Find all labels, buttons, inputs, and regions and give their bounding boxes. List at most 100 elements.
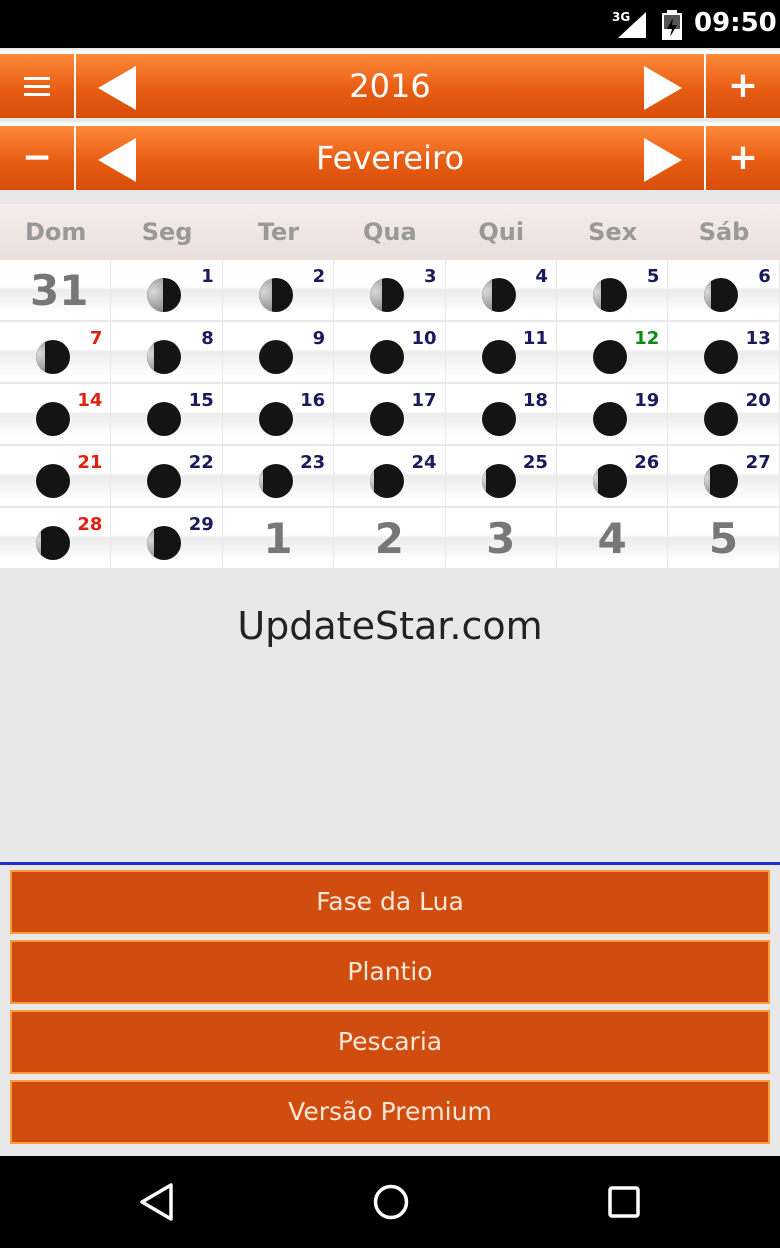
day-number: 7 [89, 328, 103, 349]
battery-charging-icon [662, 10, 682, 40]
home-icon[interactable] [372, 1182, 410, 1222]
premium-version-button[interactable]: Versão Premium [10, 1080, 770, 1144]
calendar-day-cell[interactable]: 22 [111, 446, 222, 506]
weekday-header: Dom Seg Ter Qua Qui Sex Sáb [0, 204, 780, 260]
day-number: 28 [77, 514, 103, 535]
moon-phase-icon [147, 340, 182, 374]
day-number: 25 [522, 452, 548, 473]
calendar-day-cell[interactable]: 20 [668, 384, 779, 444]
month-selector: Fevereiro [76, 126, 704, 190]
fishing-button[interactable]: Pescaria [10, 1010, 770, 1074]
calendar-day-cell[interactable]: 6 [668, 260, 779, 320]
day-number-outside-month: 2 [374, 514, 404, 563]
day-number: 1 [201, 266, 214, 287]
calendar-day-cell[interactable]: 18 [445, 384, 556, 444]
calendar-day-cell[interactable]: 2 [222, 260, 334, 320]
next-year-arrow-icon[interactable] [644, 66, 682, 110]
calendar-day-cell[interactable]: 19 [556, 384, 668, 444]
calendar-day-cell[interactable]: 3 [334, 260, 445, 320]
next-month-arrow-icon[interactable] [644, 138, 682, 182]
navigation-bar [0, 1156, 780, 1248]
calendar-day-cell[interactable]: 17 [334, 384, 445, 444]
month-bar: − Fevereiro + [0, 122, 780, 190]
day-number: 20 [745, 390, 771, 411]
calendar-day-cell[interactable]: 1 [222, 508, 334, 568]
moon-phase-icon [481, 278, 516, 312]
day-number: 22 [188, 452, 214, 473]
month-minus-button[interactable]: − [0, 126, 74, 190]
previous-year-arrow-icon[interactable] [98, 66, 136, 110]
moon-phase-icon [704, 278, 739, 312]
calendar-day-cell[interactable]: 14 [0, 384, 111, 444]
year-plus-button[interactable]: + [706, 54, 780, 118]
menu-button[interactable] [0, 54, 74, 118]
weekday-label: Dom [24, 218, 87, 246]
calendar-day-cell[interactable]: 4 [556, 508, 668, 568]
month-plus-button[interactable]: + [706, 126, 780, 190]
weekday-label: Seg [141, 218, 193, 246]
weekday-label: Ter [257, 218, 300, 246]
calendar-day-cell[interactable]: 10 [334, 322, 445, 382]
calendar-day-cell[interactable]: 31 [0, 260, 111, 320]
moon-phase-icon [258, 464, 293, 498]
calendar-week-row: 28 29 1 2 3 4 5 [0, 508, 780, 570]
calendar-day-cell[interactable]: 11 [445, 322, 556, 382]
calendar-day-cell[interactable]: 5 [556, 260, 668, 320]
calendar-day-cell[interactable]: 23 [222, 446, 334, 506]
day-number: 11 [522, 328, 548, 349]
day-number: 9 [312, 328, 326, 349]
hamburger-menu-icon [24, 72, 50, 101]
day-number: 29 [188, 514, 214, 535]
moon-phase-icon [704, 402, 739, 436]
year-bar: 2016 + [0, 50, 780, 118]
day-number: 15 [188, 390, 214, 411]
calendar-day-cell[interactable]: 12 [556, 322, 668, 382]
back-icon[interactable] [138, 1182, 174, 1222]
calendar-day-cell[interactable]: 28 [0, 508, 111, 568]
previous-month-arrow-icon[interactable] [98, 138, 136, 182]
day-number-outside-month: 1 [263, 514, 293, 563]
calendar-day-cell[interactable]: 27 [668, 446, 779, 506]
moon-phase-icon [36, 526, 70, 560]
minus-icon: − [21, 137, 53, 178]
moon-phase-icon [592, 464, 627, 498]
day-number: 2 [312, 266, 326, 287]
planting-button[interactable]: Plantio [10, 940, 770, 1004]
moon-phase-icon [704, 340, 739, 374]
calendar-day-cell[interactable]: 1 [111, 260, 222, 320]
recent-apps-icon[interactable] [606, 1182, 642, 1222]
day-number: 17 [411, 390, 437, 411]
moon-phase-icon [481, 402, 516, 436]
calendar-day-cell[interactable]: 8 [111, 322, 222, 382]
calendar-day-cell[interactable]: 9 [222, 322, 334, 382]
calendar-day-cell[interactable]: 25 [445, 446, 556, 506]
moon-phase-icon [36, 340, 70, 374]
moon-phase-icon [258, 278, 293, 312]
moon-phase-icon [147, 278, 182, 312]
day-number: 18 [522, 390, 548, 411]
moon-phase-button[interactable]: Fase da Lua [10, 870, 770, 934]
calendar-day-cell[interactable]: 4 [445, 260, 556, 320]
calendar-day-cell[interactable]: 3 [445, 508, 556, 568]
plus-icon: + [727, 137, 759, 178]
day-number: 3 [424, 266, 437, 287]
day-number: 27 [745, 452, 771, 473]
moon-phase-icon [370, 402, 405, 436]
calendar-day-cell[interactable]: 21 [0, 446, 111, 506]
calendar-day-cell[interactable]: 5 [668, 508, 779, 568]
day-number: 5 [646, 266, 660, 287]
calendar-day-cell[interactable]: 26 [556, 446, 668, 506]
calendar-day-cell[interactable]: 2 [334, 508, 445, 568]
moon-phase-icon [592, 340, 627, 374]
calendar-day-cell[interactable]: 29 [111, 508, 222, 568]
calendar-day-cell[interactable]: 15 [111, 384, 222, 444]
day-number: 23 [300, 452, 326, 473]
weekday-label: Qui [478, 218, 525, 246]
calendar-day-cell[interactable]: 7 [0, 322, 111, 382]
calendar-day-cell[interactable]: 16 [222, 384, 334, 444]
moon-phase-icon [592, 402, 627, 436]
calendar-day-cell[interactable]: 24 [334, 446, 445, 506]
calendar-day-cell[interactable]: 13 [668, 322, 779, 382]
moon-phase-icon [147, 526, 182, 560]
day-number: 26 [634, 452, 660, 473]
